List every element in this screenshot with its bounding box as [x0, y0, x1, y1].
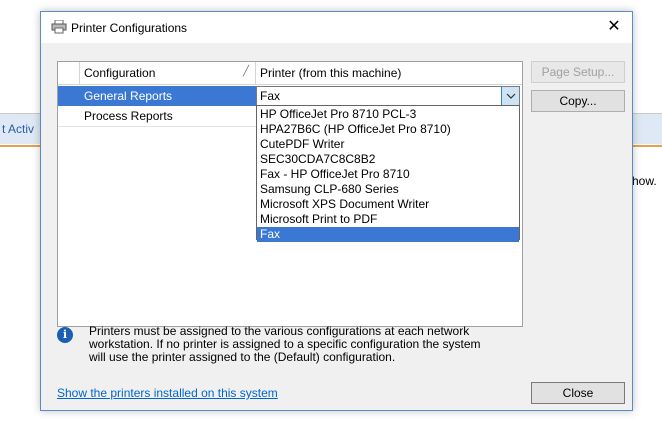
printer-combobox[interactable]: Fax: [256, 86, 520, 106]
grid-header: Configuration ╱ Printer (from this machi…: [58, 62, 522, 85]
dialog-titlebar[interactable]: Printer Configurations ✕: [41, 12, 632, 43]
copy-button[interactable]: Copy...: [531, 90, 625, 112]
show-printers-link[interactable]: Show the printers installed on this syst…: [57, 386, 278, 400]
column-header-printer[interactable]: Printer (from this machine): [256, 62, 522, 84]
background-accent-line: [0, 145, 40, 147]
info-line: will use the printer assigned to the (De…: [89, 350, 396, 364]
background-tab-fragment-right: [632, 114, 662, 144]
table-row[interactable]: General Reports: [58, 86, 256, 106]
background-tab-fragment: t Activ: [0, 114, 40, 144]
dropdown-option-selected[interactable]: Fax: [257, 227, 519, 242]
chevron-down-glyph: [506, 93, 515, 99]
info-icon: i: [57, 327, 73, 343]
printer-icon: [51, 20, 67, 34]
close-icon[interactable]: ✕: [599, 14, 629, 40]
dropdown-option[interactable]: Microsoft Print to PDF: [257, 212, 519, 227]
printer-configurations-dialog: Printer Configurations ✕ Configuration ╱…: [40, 11, 633, 411]
column-header-configuration[interactable]: Configuration ╱: [80, 62, 256, 84]
configuration-grid: Configuration ╱ Printer (from this machi…: [57, 61, 523, 327]
close-button[interactable]: Close: [531, 382, 625, 404]
page-setup-button[interactable]: Page Setup...: [531, 61, 625, 83]
background-accent-line-right: [632, 145, 662, 147]
background-tab-label: t Activ: [2, 122, 35, 136]
dropdown-option[interactable]: Samsung CLP-680 Series: [257, 182, 519, 197]
configuration-cell: Process Reports: [84, 109, 173, 123]
configuration-cell: General Reports: [84, 89, 173, 103]
column-header-configuration-label: Configuration: [84, 66, 156, 80]
dialog-title: Printer Configurations: [71, 21, 188, 35]
dropdown-option[interactable]: Microsoft XPS Document Writer: [257, 197, 519, 212]
dropdown-option[interactable]: SEC30CDA7C8C8B2: [257, 152, 519, 167]
printer-combobox-value: Fax: [260, 89, 281, 103]
printer-dropdown-list: HP OfficeJet Pro 8710 PCL-3 HPA27B6C (HP…: [256, 105, 520, 242]
dropdown-option[interactable]: HPA27B6C (HP OfficeJet Pro 8710): [257, 122, 519, 137]
row-selector-header: [58, 62, 80, 84]
chevron-down-icon[interactable]: [501, 87, 519, 105]
sort-icon: ╱: [242, 66, 249, 77]
info-message: Printers must be assigned to the various…: [89, 325, 529, 364]
background-text-fragment: how.: [632, 174, 657, 188]
dropdown-option[interactable]: Fax - HP OfficeJet Pro 8710: [257, 167, 519, 182]
table-row[interactable]: Process Reports: [58, 106, 256, 127]
dropdown-option[interactable]: CutePDF Writer: [257, 137, 519, 152]
dropdown-option[interactable]: HP OfficeJet Pro 8710 PCL-3: [257, 107, 519, 122]
column-header-printer-label: Printer (from this machine): [260, 66, 402, 80]
